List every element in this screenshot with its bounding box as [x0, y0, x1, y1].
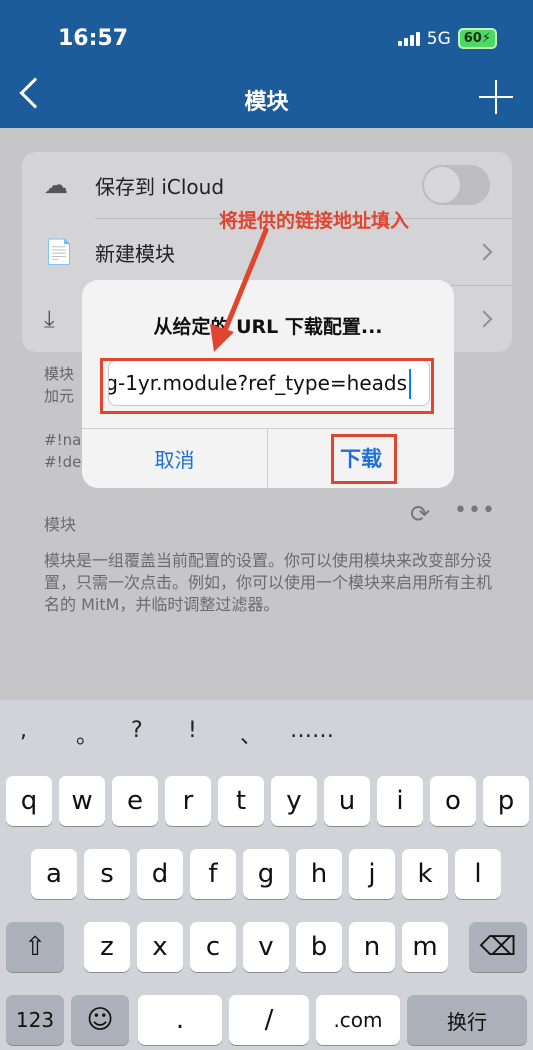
key-f[interactable]: f — [190, 849, 236, 899]
section-description: 模块是一组覆盖当前配置的设置。你可以使用模块来改变部分设置，只需一次点击。例如，… — [44, 551, 493, 614]
key-slash[interactable]: / — [229, 995, 309, 1045]
key-j[interactable]: j — [349, 849, 395, 899]
shift-icon[interactable]: ⇧ — [6, 922, 64, 972]
key-k[interactable]: k — [402, 849, 448, 899]
key-g[interactable]: g — [243, 849, 289, 899]
section-label: 模块 — [44, 515, 77, 534]
download-highlight-box — [331, 434, 397, 484]
chevron-right-icon — [475, 243, 493, 261]
key-l[interactable]: l — [455, 849, 501, 899]
key-m[interactable]: m — [402, 922, 448, 972]
punct-key[interactable]: 、 — [240, 718, 262, 750]
key-q[interactable]: q — [6, 776, 52, 826]
emoji-icon[interactable]: ☺ — [71, 995, 129, 1045]
page-title: 模块 — [244, 90, 289, 115]
footer-line: #!de — [44, 453, 82, 471]
punct-key[interactable]: 。 — [76, 718, 98, 750]
key-u[interactable]: u — [324, 776, 370, 826]
punctuation-bar: , 。 ? ! 、 …… — [0, 718, 533, 758]
navigation-bar: 16:57 5G 60⚡ 模块 — [0, 0, 533, 128]
footer-line: 加元 — [44, 387, 75, 405]
battery-icon: 60⚡ — [457, 28, 497, 49]
return-key[interactable]: 换行 — [407, 995, 527, 1045]
status-indicators: 5G 60⚡ — [397, 28, 497, 49]
network-type: 5G — [426, 28, 451, 49]
key-z[interactable]: z — [84, 922, 130, 972]
document-add-icon: 📄 — [44, 238, 74, 266]
punct-key[interactable]: , — [20, 718, 27, 743]
key-d[interactable]: d — [137, 849, 183, 899]
signal-icon — [397, 31, 420, 46]
footer-line: 模块 — [44, 365, 75, 383]
key-x[interactable]: x — [137, 922, 183, 972]
key-w[interactable]: w — [59, 776, 105, 826]
key-a[interactable]: a — [31, 849, 77, 899]
refresh-icon[interactable]: ⟳ — [410, 500, 430, 528]
row-label: 新建模块 — [95, 241, 175, 266]
key-h[interactable]: h — [296, 849, 342, 899]
battery-level: 60 — [463, 31, 482, 46]
row-label: 保存到 iCloud — [95, 174, 225, 199]
key-o[interactable]: o — [430, 776, 476, 826]
key-c[interactable]: c — [190, 922, 236, 972]
annotation-arrow-icon — [210, 227, 269, 352]
delete-icon[interactable]: ⌫ — [469, 922, 527, 972]
key-p[interactable]: p — [483, 776, 529, 826]
key-n[interactable]: n — [349, 922, 395, 972]
url-highlight-box — [100, 358, 434, 414]
key-y[interactable]: y — [271, 776, 317, 826]
key-dotcom[interactable]: .com — [316, 995, 400, 1045]
key-v[interactable]: v — [243, 922, 289, 972]
plus-icon[interactable] — [479, 80, 513, 114]
punct-key[interactable]: ! — [188, 718, 197, 743]
key-r[interactable]: r — [165, 776, 211, 826]
icloud-toggle[interactable] — [422, 165, 490, 205]
footer-line: #!na — [44, 431, 82, 449]
key-i[interactable]: i — [377, 776, 423, 826]
key-s[interactable]: s — [84, 849, 130, 899]
punct-key[interactable]: ? — [131, 718, 143, 743]
key-b[interactable]: b — [296, 922, 342, 972]
key-e[interactable]: e — [112, 776, 158, 826]
key-t[interactable]: t — [218, 776, 264, 826]
chevron-right-icon — [475, 310, 493, 328]
key-period[interactable]: . — [138, 995, 222, 1045]
download-icon: ⤓ — [44, 305, 55, 333]
more-icon[interactable]: ••• — [454, 498, 496, 523]
status-time: 16:57 — [58, 26, 129, 51]
numbers-key[interactable]: 123 — [6, 995, 64, 1045]
cloud-upload-icon: ☁ — [44, 171, 68, 199]
punct-key[interactable]: …… — [290, 718, 334, 743]
cancel-button[interactable]: 取消 — [82, 428, 267, 488]
keyboard: , 。 ? ! 、 …… q w e r t y u i o p a s d f… — [0, 700, 533, 1050]
